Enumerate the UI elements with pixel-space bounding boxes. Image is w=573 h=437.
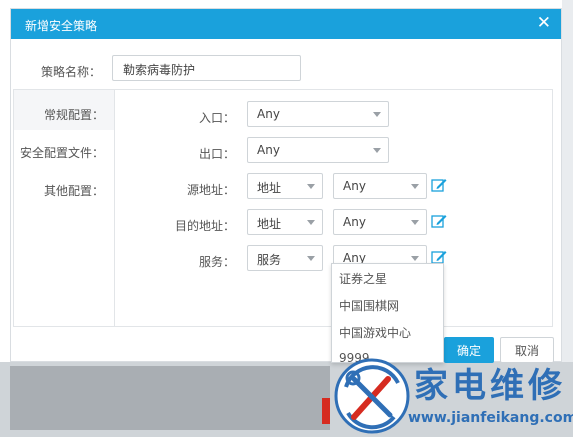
- dialog-titlebar: 新增安全策略 ✕: [11, 9, 561, 39]
- repair-tools-logo: [334, 358, 410, 434]
- service-type-value: 服务: [257, 253, 282, 267]
- watermark-title: 家电维修: [414, 366, 566, 406]
- chevron-down-icon: [373, 148, 381, 153]
- chevron-down-icon: [307, 256, 315, 261]
- watermark-url: www.jianfeikang.com: [408, 410, 573, 426]
- chevron-down-icon: [411, 184, 419, 189]
- destination-type-select[interactable]: 地址: [247, 209, 323, 235]
- edit-icon[interactable]: [431, 177, 447, 193]
- policy-name-value: 勒索病毒防护: [123, 63, 196, 77]
- dropdown-option[interactable]: 中国围棋网: [339, 297, 399, 314]
- policy-name-input[interactable]: 勒索病毒防护: [112, 55, 301, 81]
- service-dropdown-list[interactable]: 证券之星 中国围棋网 中国游戏中心 9999: [331, 263, 444, 363]
- destination-address-value: Any: [343, 215, 366, 229]
- dropdown-option[interactable]: 中国游戏中心: [339, 324, 411, 341]
- source-address-value: Any: [343, 179, 366, 193]
- edit-icon[interactable]: [431, 213, 447, 229]
- chevron-down-icon: [411, 256, 419, 261]
- chevron-down-icon: [373, 112, 381, 117]
- close-icon[interactable]: ✕: [537, 13, 551, 33]
- service-label: 服务：: [199, 255, 236, 269]
- dropdown-option[interactable]: 证券之星: [339, 270, 387, 287]
- new-security-policy-dialog: 新增安全策略 ✕ 策略名称： 勒索病毒防护 常规配置： 安全配置文件： 其他配置…: [10, 8, 562, 362]
- source-address-label: 源地址：: [187, 183, 236, 197]
- chevron-down-icon: [307, 184, 315, 189]
- chevron-down-icon: [307, 220, 315, 225]
- exit-label: 出口：: [199, 147, 236, 161]
- entry-select[interactable]: Any: [247, 101, 389, 127]
- backdrop-strip: [10, 366, 330, 430]
- entry-label: 入口：: [199, 111, 236, 125]
- backdrop-red-mark: [322, 398, 330, 424]
- exit-select-value: Any: [257, 143, 280, 157]
- policy-name-label: 策略名称：: [41, 65, 102, 79]
- source-address-select[interactable]: Any: [333, 173, 427, 199]
- nav-item-other[interactable]: 其他配置：: [44, 182, 104, 199]
- destination-type-value: 地址: [257, 217, 282, 231]
- nav-item-security-profile[interactable]: 安全配置文件：: [20, 144, 104, 161]
- destination-address-label: 目的地址：: [175, 219, 236, 233]
- source-type-select[interactable]: 地址: [247, 173, 323, 199]
- destination-address-select[interactable]: Any: [333, 209, 427, 235]
- exit-select[interactable]: Any: [247, 137, 389, 163]
- service-type-select[interactable]: 服务: [247, 245, 323, 271]
- source-type-value: 地址: [257, 181, 282, 195]
- dialog-title: 新增安全策略: [25, 19, 98, 33]
- chevron-down-icon: [411, 220, 419, 225]
- entry-select-value: Any: [257, 107, 280, 121]
- nav-item-general[interactable]: 常规配置：: [44, 106, 104, 123]
